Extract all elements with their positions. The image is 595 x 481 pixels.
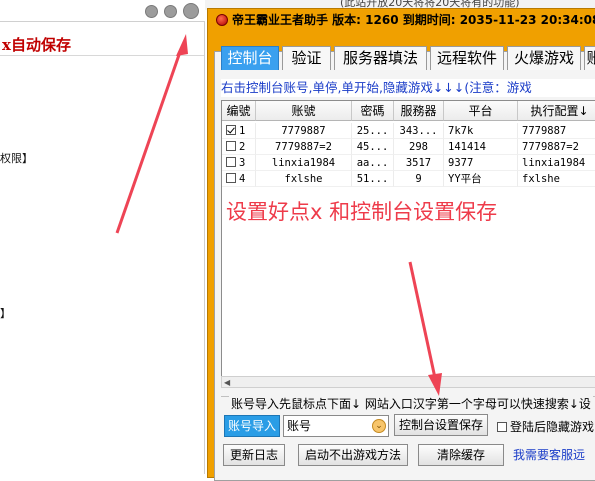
row-password: 25... [352,123,394,139]
import-type-value: 账号 [287,419,312,433]
save-console-settings-button[interactable]: 控制台设置保存 [394,414,488,436]
tab-console[interactable]: 控制台 [221,46,279,70]
row-account: 7779887 [256,123,352,139]
hide-game-after-login[interactable]: 登陆后隐藏游戏 [497,418,594,435]
row-server: 3517 [394,155,444,171]
background-page-title: x自动保存 [0,34,204,56]
row-account: 7779887=2 [256,139,352,155]
app-icon [216,14,228,26]
column-header-password[interactable]: 密碼 [352,101,394,121]
row-account: linxia1984 [256,155,352,171]
column-header-config[interactable]: 执行配置↓ [518,101,595,121]
hide-game-label: 登陆后隐藏游戏 [510,420,595,434]
row-checkbox[interactable] [226,141,236,151]
column-header-platform[interactable]: 平台 [444,101,518,121]
row-server: 298 [394,139,444,155]
row-checkbox[interactable] [226,157,236,167]
row-server: 9 [394,171,444,187]
row-password: 45... [352,139,394,155]
row-password: 51... [352,171,394,187]
row-checkbox[interactable] [226,125,236,135]
window-control-button[interactable] [183,3,199,19]
account-table: 编號 账號 密碼 服務器 平台 执行配置↓ 1 7779887 25... 34… [221,100,595,386]
update-log-button[interactable]: 更新日志 [223,444,285,466]
import-accounts-button[interactable]: 账号导入 [224,415,280,437]
launch-fix-button[interactable]: 启动不出游戏方法 [298,444,408,466]
table-row[interactable]: 4 fxlshe 51... 9 YY平台 fxlshe [222,171,595,187]
tab-remote-software[interactable]: 远程软件 [430,46,504,70]
row-checkbox[interactable] [226,173,236,183]
tab-account[interactable]: 账 [584,46,595,70]
row-number: 4 [239,173,246,185]
row-server: 343... [394,123,444,139]
column-header-account[interactable]: 账號 [256,101,352,121]
window-control-button[interactable] [145,5,158,18]
row-password: aa... [352,155,394,171]
chevron-down-icon[interactable]: ⌄ [372,419,386,433]
window-control-button[interactable] [164,5,177,18]
column-header-server[interactable]: 服務器 [394,101,444,121]
table-row[interactable]: 3 linxia1984 aa... 3517 9377 linxia1984 [222,155,595,171]
row-config: 7779887 [518,123,595,139]
clear-cache-button[interactable]: 清除缓存 [418,444,504,466]
table-row[interactable]: 1 7779887 25... 343... 7k7k 7779887 [222,123,595,139]
scroll-left-icon[interactable]: ◀ [224,378,234,387]
window-title: 帝王霸业王者助手 版本: 1260 到期时间: 2035-11-23 20:34… [232,13,595,27]
row-number: 1 [239,125,246,137]
row-platform: 7k7k [444,123,518,139]
row-account: fxlshe [256,171,352,187]
row-number: 3 [239,157,246,169]
table-row[interactable]: 2 7779887=2 45... 298 141414 7779887=2 [222,139,595,155]
tab-server-fill[interactable]: 服务器填法 [334,46,427,70]
column-header-number[interactable]: 编號 [222,101,256,121]
window-titlebar: 帝王霸业王者助手 版本: 1260 到期时间: 2035-11-23 20:34… [208,11,595,29]
table-header: 编號 账號 密碼 服務器 平台 执行配置↓ [222,101,595,121]
tab-verify[interactable]: 验证 [282,46,331,70]
support-link[interactable]: 我需要客服远 [513,446,585,463]
horizontal-scrollbar[interactable]: ◀ [221,376,595,388]
annotation-text: 设置好点x 和控制台设置保存 [226,200,498,224]
background-text-fragment: 】 [0,307,11,320]
import-type-select[interactable]: 账号 ⌄ [283,415,389,437]
hint-text: 右击控制台账号,单停,单开始,隐藏游戏↓↓↓(注意：游戏 [221,79,595,97]
row-config: linxia1984 [518,155,595,171]
row-platform: 9377 [444,155,518,171]
import-group-label: 账号导入先鼠标点下面↓ 网站入口汉字第一个字母可以快速搜索↓设 [229,395,593,412]
row-config: 7779887=2 [518,139,595,155]
row-config: fxlshe [518,171,595,187]
background-page: x自动保存 权限】 】 [0,0,205,474]
hide-game-checkbox[interactable] [497,422,507,432]
row-number: 2 [239,141,246,153]
row-platform: YY平台 [444,171,518,187]
row-platform: 141414 [444,139,518,155]
tab-hot-games[interactable]: 火爆游戏 [507,46,581,70]
background-text-fragment: 权限】 [0,152,33,165]
